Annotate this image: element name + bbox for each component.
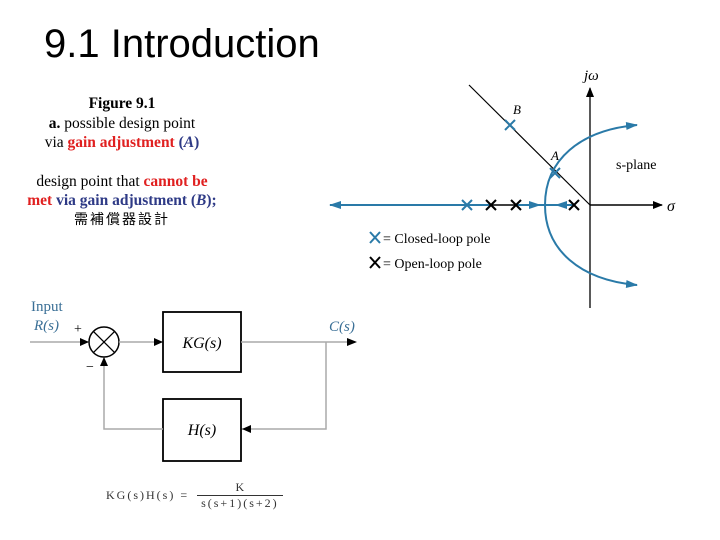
damping-ratio-line (468, 84, 591, 206)
summing-junction-icon (88, 326, 120, 358)
locus-lower-branch (544, 204, 638, 289)
input-signal-label: R(s) (33, 318, 59, 334)
input-arrow (80, 338, 89, 346)
forward-block-label: KG(s) (181, 335, 221, 352)
jw-axis-label: jω (582, 68, 599, 84)
equation-numerator: K (235, 480, 245, 494)
legend-open-loop-text: = Open-loop pole (383, 257, 482, 272)
feedback-block-label: H(s) (187, 422, 216, 439)
point-b-label: B (513, 102, 521, 117)
equation-lhs: KG(s)H(s) = (106, 488, 190, 502)
feedback-return-arrow (100, 357, 108, 366)
legend-open-loop-icon (369, 256, 381, 269)
equation-denominator: s(s+1)(s+2) (197, 495, 283, 511)
output-signal-label: C(s) (329, 319, 355, 335)
input-label: Input (31, 299, 63, 315)
minus-sign: − (86, 360, 94, 375)
point-a-label: A (550, 148, 559, 163)
feedback-arrow (242, 425, 251, 433)
legend: = Closed-loop pole = Open-loop pole (369, 231, 490, 272)
error-arrow (154, 338, 163, 346)
s-plane-label: s-plane (616, 158, 656, 173)
closed-loop-pole-b-icon (504, 119, 516, 131)
feedback-return-line (103, 358, 163, 430)
legend-closed-loop-icon (369, 231, 381, 244)
block-diagram: Input R(s) + − KG(s) C(s) H(s) (30, 299, 357, 462)
feedback-line (241, 342, 327, 430)
plus-sign: + (74, 322, 82, 337)
sigma-axis-label: σ (667, 198, 676, 215)
equation-fraction: K s(s+1)(s+2) (197, 480, 283, 511)
legend-closed-loop-text: = Closed-loop pole (383, 232, 490, 247)
transfer-function-equation: KG(s)H(s) = K s(s+1)(s+2) (106, 480, 283, 511)
output-arrow (347, 338, 357, 346)
root-locus-diagram: jω σ s-plane A B = Closed-loop pole = Op… (30, 68, 676, 462)
